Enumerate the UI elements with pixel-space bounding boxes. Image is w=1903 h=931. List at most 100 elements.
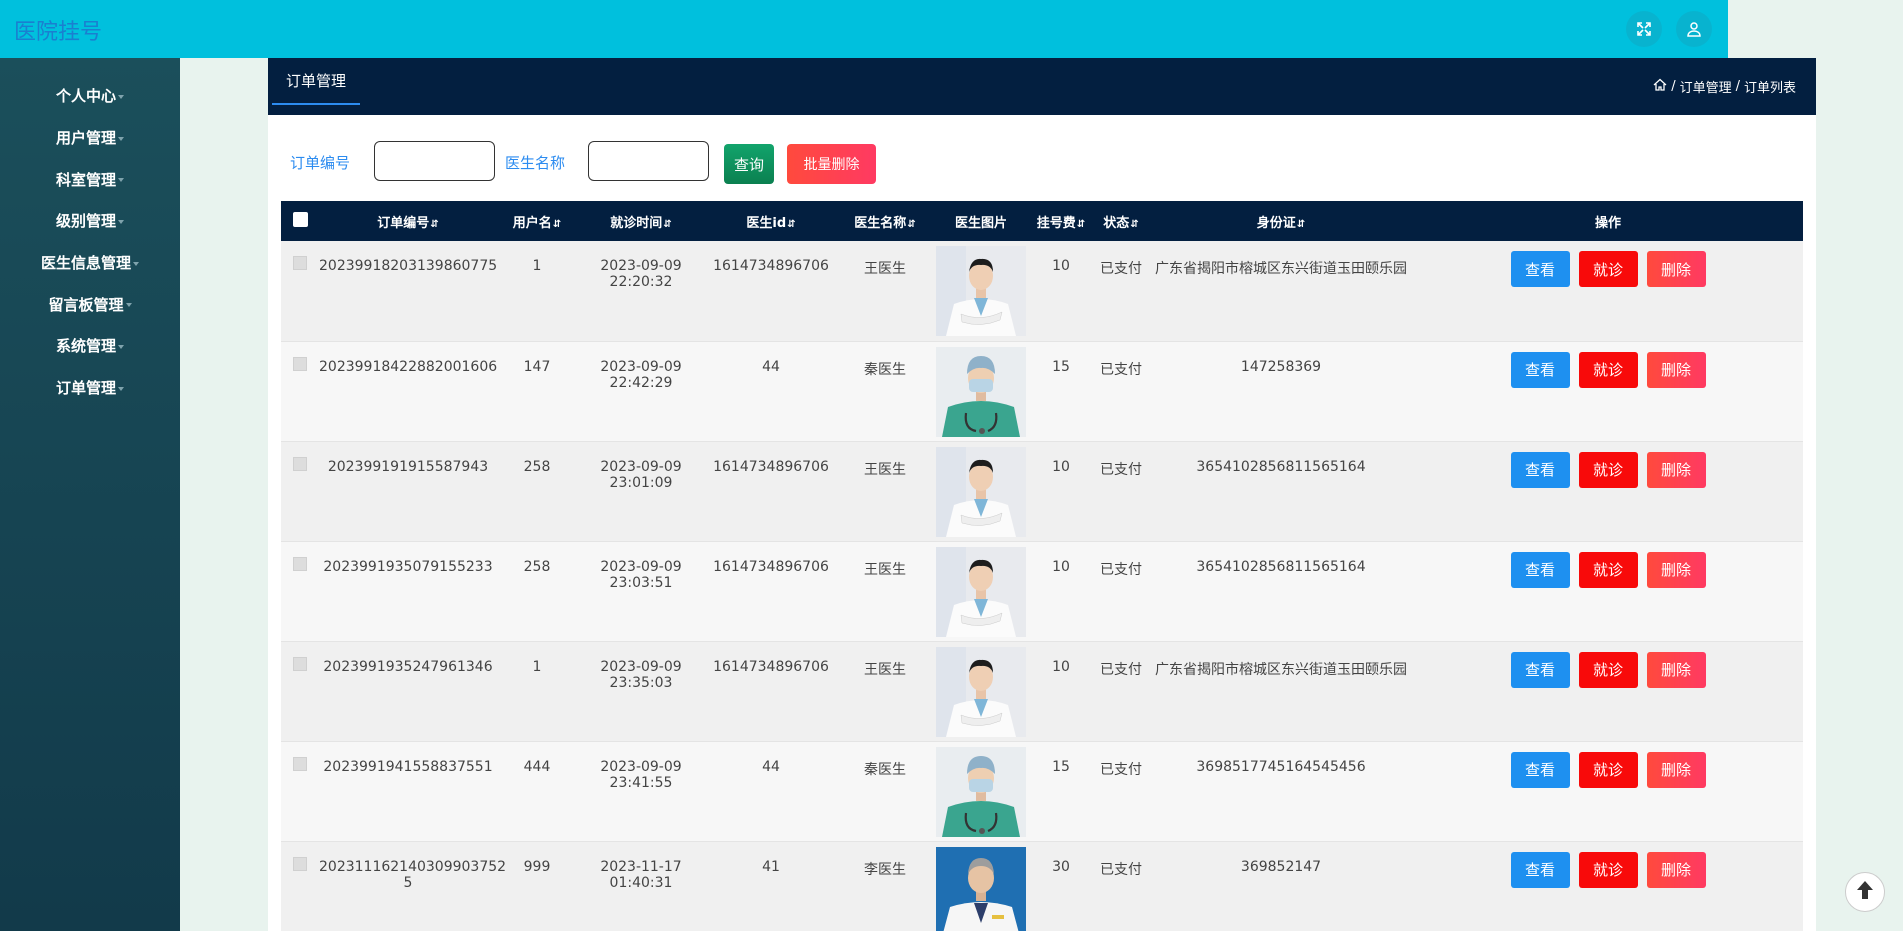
- cell-id-card: 广东省揭阳市榕城区东兴街道玉田颐乐园: [1155, 261, 1407, 277]
- view-button[interactable]: 查看: [1510, 551, 1570, 588]
- doctor-photo: [936, 547, 1026, 637]
- column-header[interactable]: 订单编号⇵: [319, 201, 497, 241]
- cell-fee: 10: [1052, 458, 1070, 475]
- sidebar-item-1[interactable]: 用户管理: [0, 117, 180, 159]
- row-checkbox[interactable]: [293, 356, 307, 371]
- delete-button[interactable]: 删除: [1646, 751, 1706, 788]
- column-header[interactable]: 挂号费⇵: [1029, 201, 1093, 241]
- cell-status: 已支付: [1100, 561, 1142, 578]
- sidebar-item-7[interactable]: 订单管理: [0, 367, 180, 409]
- cell-order-no: 202399191915587943: [327, 458, 489, 475]
- sidebar-item-5[interactable]: 留言板管理: [0, 283, 180, 325]
- cell-visit-time: 2023-09-09 23:35:03: [600, 658, 682, 691]
- breadcrumb-level1[interactable]: 订单管理: [1680, 77, 1732, 96]
- cell-fee: 15: [1052, 758, 1070, 775]
- cell-order-no: 20239918203139860775: [319, 258, 498, 274]
- column-header[interactable]: 就诊时间⇵: [577, 201, 705, 241]
- cell-doctor-id: 1614734896706: [713, 458, 829, 475]
- cell-order-no: 202311162140309903752​5: [319, 858, 507, 891]
- home-icon[interactable]: [1653, 78, 1667, 96]
- delete-button[interactable]: 删除: [1646, 551, 1706, 588]
- delete-button[interactable]: 删除: [1646, 451, 1706, 488]
- cell-username: 258: [523, 458, 551, 475]
- cell-doctor-name: 秦医生: [864, 761, 906, 778]
- caret-down-icon: [118, 136, 124, 141]
- sidebar-item-2[interactable]: 科室管理: [0, 158, 180, 200]
- doctor-name-input[interactable]: [588, 141, 709, 181]
- column-header[interactable]: 用户名⇵: [497, 201, 577, 241]
- sort-icon[interactable]: ⇵: [663, 219, 671, 230]
- main-panel: 订单管理 / 订单管理 / 订单列表 订单编号 医生名称 查询 批量删除 订单编…: [268, 58, 1816, 931]
- column-header-label: 订单编号: [377, 215, 430, 231]
- column-header-label: 挂号费: [1036, 215, 1076, 231]
- visit-button[interactable]: 就诊: [1578, 851, 1638, 888]
- table-row: 202311162140309903752​5 999 2023-11-17 01:…: [281, 841, 1803, 931]
- sidebar-item-4[interactable]: 医生信息管理: [0, 242, 180, 284]
- row-checkbox[interactable]: [293, 756, 307, 771]
- row-checkbox[interactable]: [293, 256, 307, 270]
- doctor-photo: [936, 647, 1026, 737]
- view-button[interactable]: 查看: [1510, 451, 1570, 488]
- visit-button[interactable]: 就诊: [1578, 351, 1638, 388]
- row-checkbox[interactable]: [293, 456, 307, 471]
- caret-down-icon: [118, 386, 124, 391]
- column-header-label: 状态: [1103, 215, 1130, 231]
- cell-doctor-name: 李医生: [864, 861, 906, 878]
- column-header[interactable]: 医生名称⇵: [837, 201, 933, 241]
- cell-doctor-id: 1614734896706: [713, 558, 829, 575]
- delete-button[interactable]: 删除: [1646, 351, 1706, 388]
- cell-id-card: 广东省揭阳市榕城区东兴街道玉田颐乐园: [1155, 661, 1407, 678]
- select-all-checkbox[interactable]: [292, 211, 308, 227]
- sidebar-item-label: 用户管理: [55, 129, 116, 148]
- breadcrumb: / 订单管理 / 订单列表: [1653, 77, 1796, 96]
- sort-icon[interactable]: ⇵: [430, 219, 438, 230]
- view-button[interactable]: 查看: [1510, 851, 1570, 888]
- column-header[interactable]: 状态⇵: [1093, 201, 1149, 241]
- column-header-label: 操作: [1594, 215, 1621, 231]
- fullscreen-icon[interactable]: [1626, 11, 1662, 47]
- column-header[interactable]: 身份证⇵: [1149, 201, 1413, 241]
- row-checkbox[interactable]: [293, 856, 307, 871]
- sort-icon[interactable]: ⇵: [1297, 219, 1305, 230]
- visit-button[interactable]: 就诊: [1578, 551, 1638, 588]
- sort-icon[interactable]: ⇵: [907, 219, 915, 230]
- view-button[interactable]: 查看: [1510, 351, 1570, 388]
- doctor-name-label: 医生名称: [505, 154, 566, 172]
- order-no-input[interactable]: [374, 141, 495, 181]
- visit-button[interactable]: 就诊: [1578, 251, 1638, 287]
- bulk-delete-button[interactable]: 批量删除: [787, 144, 876, 184]
- back-to-top-button[interactable]: [1845, 872, 1885, 912]
- breadcrumb-separator: /: [1671, 79, 1676, 94]
- user-icon[interactable]: [1676, 11, 1712, 47]
- visit-button[interactable]: 就诊: [1578, 751, 1638, 788]
- row-checkbox[interactable]: [293, 556, 307, 571]
- sort-icon[interactable]: ⇵: [787, 219, 795, 230]
- cell-username: 444: [523, 758, 551, 775]
- view-button[interactable]: 查看: [1510, 251, 1570, 287]
- view-button[interactable]: 查看: [1510, 651, 1570, 688]
- row-checkbox[interactable]: [293, 656, 307, 671]
- view-button[interactable]: 查看: [1510, 751, 1570, 788]
- visit-button[interactable]: 就诊: [1578, 451, 1638, 488]
- cell-status: 已支付: [1100, 261, 1142, 277]
- sidebar-item-6[interactable]: 系统管理: [0, 325, 180, 367]
- sidebar-item-0[interactable]: 个人中心: [0, 75, 180, 117]
- delete-button[interactable]: 删除: [1646, 251, 1706, 287]
- cell-status: 已支付: [1100, 361, 1142, 378]
- table-row: 202399191915587943 258 2023-09-09 23:01:09…: [281, 441, 1803, 541]
- delete-button[interactable]: 删除: [1646, 851, 1706, 888]
- cell-fee: 15: [1052, 358, 1070, 375]
- query-button[interactable]: 查询: [724, 144, 774, 184]
- cell-order-no: 2023991935247961346: [323, 658, 493, 675]
- sidebar-item-3[interactable]: 级别管理: [0, 200, 180, 242]
- delete-button[interactable]: 删除: [1646, 651, 1706, 688]
- cell-visit-time: 2023-09-09 23:03:51: [600, 558, 682, 591]
- cell-doctor-id: 44: [762, 358, 780, 375]
- tab-order-management[interactable]: 订单管理: [272, 58, 361, 105]
- sort-icon[interactable]: ⇵: [1077, 219, 1085, 230]
- sort-icon[interactable]: ⇵: [1130, 219, 1138, 230]
- visit-button[interactable]: 就诊: [1578, 651, 1638, 688]
- column-header[interactable]: 医生id⇵: [705, 201, 837, 241]
- table-row: 2023991935079155233 258 2023-09-09 23:03:5…: [281, 541, 1803, 641]
- sort-icon[interactable]: ⇵: [553, 219, 561, 230]
